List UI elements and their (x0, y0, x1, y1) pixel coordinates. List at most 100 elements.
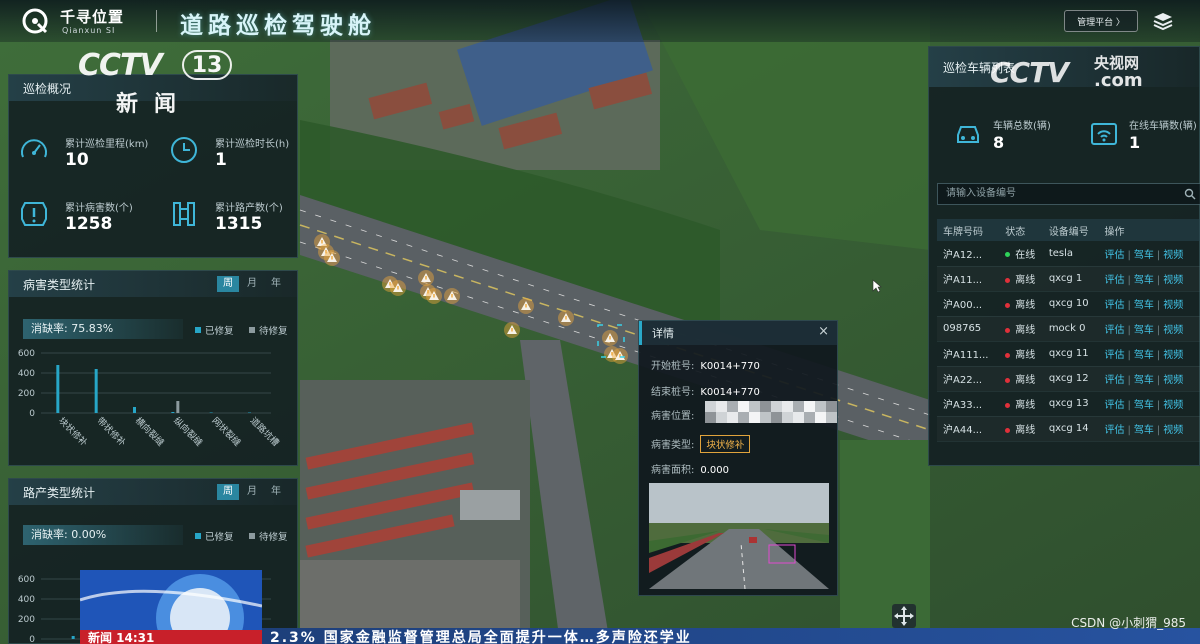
vehicle-row[interactable]: 沪A22... 离线 qxcg 12 评估 | 驾车 | 视频 (937, 366, 1200, 392)
layers-icon[interactable] (1152, 11, 1174, 31)
vehicle-row[interactable]: 沪A12... 在线 tesla 评估 | 驾车 | 视频 (937, 241, 1200, 267)
vehicle-device-id: mock 0 (1042, 316, 1099, 342)
disease-marker-icon[interactable] (324, 250, 340, 266)
bar-repaired[interactable] (56, 365, 60, 413)
detail-title-text: 详情 (652, 327, 674, 340)
action-video-link[interactable]: 视频 (1163, 400, 1183, 411)
vehicle-row[interactable]: 沪A44... 离线 qxcg 14 评估 | 驾车 | 视频 (937, 416, 1200, 442)
action-drive-link[interactable]: 驾车 (1134, 350, 1154, 361)
asset-period-selector: 周 月 年 (217, 484, 287, 500)
disease-stats-title: 病害类型统计 周 月 年 (9, 271, 297, 297)
vehicle-row[interactable]: 沪A00... 离线 qxcg 10 评估 | 驾车 | 视频 (937, 291, 1200, 317)
action-drive-link[interactable]: 驾车 (1134, 325, 1154, 336)
action-video-link[interactable]: 视频 (1163, 350, 1183, 361)
action-drive-link[interactable]: 驾车 (1134, 400, 1154, 411)
action-video-link[interactable]: 视频 (1163, 375, 1183, 386)
asset-period-month-tab[interactable]: 月 (241, 484, 263, 500)
vehicle-total-label: 车辆总数(辆) (993, 121, 1051, 132)
close-icon[interactable]: × (818, 324, 829, 339)
action-evaluate-link[interactable]: 评估 (1104, 275, 1124, 286)
action-drive-link[interactable]: 驾车 (1134, 250, 1154, 261)
y-tick-label: 400 (18, 369, 35, 379)
action-evaluate-link[interactable]: 评估 (1104, 375, 1124, 386)
disease-marker-icon[interactable] (504, 322, 520, 338)
mosaic-tile (727, 412, 738, 423)
logo-name: 千寻位置 (60, 8, 125, 26)
period-month-tab[interactable]: 月 (241, 276, 263, 292)
csdn-watermark: CSDN @小刺猬_985 (1071, 616, 1186, 630)
action-drive-link[interactable]: 驾车 (1134, 375, 1154, 386)
action-video-link[interactable]: 视频 (1163, 325, 1183, 336)
y-tick-label: 200 (18, 615, 35, 625)
vehicle-device-id: qxcg 12 (1042, 366, 1099, 392)
period-week-tab[interactable]: 周 (217, 276, 239, 292)
x-tick-label: 道路坑槽 (248, 415, 282, 449)
x-tick-label: 块状修补 (56, 415, 90, 449)
disease-marker-icon[interactable] (518, 298, 534, 314)
action-separator: | (1156, 249, 1161, 261)
bar-repaired[interactable] (133, 407, 136, 413)
bar-repaired[interactable] (248, 412, 251, 414)
bar-repaired[interactable] (209, 412, 213, 414)
road-photo[interactable] (649, 483, 829, 589)
bar-repaired[interactable] (171, 412, 175, 413)
action-separator: | (1127, 249, 1131, 261)
vehicle-actions: 评估 | 驾车 | 视频 (1098, 241, 1200, 267)
disease-marker-icon[interactable] (390, 280, 406, 296)
bar-repaired[interactable] (71, 636, 75, 639)
bar-repaired[interactable] (94, 369, 98, 413)
action-video-link[interactable]: 视频 (1163, 250, 1183, 261)
mosaic-tile (793, 401, 804, 412)
vehicle-row[interactable]: 沪A11... 离线 qxcg 1 评估 | 驾车 | 视频 (937, 266, 1200, 292)
vehicle-actions: 评估 | 驾车 | 视频 (1098, 266, 1200, 292)
action-drive-link[interactable]: 驾车 (1134, 275, 1154, 286)
vehicle-status-text: 离线 (1015, 300, 1036, 311)
management-platform-button[interactable]: 管理平台 〉 (1064, 10, 1138, 32)
vehicle-status: 离线 (999, 266, 1043, 292)
disease-marker-icon[interactable] (444, 288, 460, 304)
disease-marker-icon[interactable] (426, 288, 442, 304)
vehicle-row[interactable]: 沪A33... 离线 qxcg 13 评估 | 驾车 | 视频 (937, 391, 1200, 417)
action-drive-link[interactable]: 驾车 (1134, 425, 1154, 436)
col-actions: 操作 (1098, 219, 1200, 241)
legend-repaired-label: 已修复 (205, 326, 234, 337)
action-evaluate-link[interactable]: 评估 (1104, 400, 1124, 411)
mosaic-tile (705, 412, 716, 423)
action-evaluate-link[interactable]: 评估 (1104, 350, 1124, 361)
disease-stats-title-text: 病害类型统计 (23, 277, 96, 292)
clock-icon (171, 137, 197, 163)
disease-marker-icon[interactable] (558, 310, 574, 326)
vehicle-status: 离线 (999, 366, 1043, 392)
disease-marker-icon[interactable] (612, 348, 628, 364)
repair-rate: 消缺率: 75.83% (23, 319, 183, 339)
vehicle-row[interactable]: 098765 离线 mock 0 评估 | 驾车 | 视频 (937, 316, 1200, 342)
search-icon[interactable] (1184, 188, 1196, 200)
disease-marker-icon[interactable] (418, 270, 434, 286)
locate-icon[interactable] (892, 604, 916, 628)
mosaic-tile (727, 401, 738, 412)
bar-pending[interactable] (176, 401, 180, 413)
vehicle-status-text: 离线 (1015, 425, 1036, 436)
action-video-link[interactable]: 视频 (1163, 425, 1183, 436)
action-evaluate-link[interactable]: 评估 (1104, 300, 1124, 311)
device-search-input[interactable]: 请输入设备编号 (937, 183, 1200, 205)
action-evaluate-link[interactable]: 评估 (1104, 325, 1124, 336)
asset-period-year-tab[interactable]: 年 (265, 484, 287, 500)
action-drive-link[interactable]: 驾车 (1134, 300, 1154, 311)
vehicle-status-text: 在线 (1015, 249, 1036, 261)
action-video-link[interactable]: 视频 (1163, 300, 1183, 311)
action-separator: | (1156, 325, 1161, 336)
period-year-tab[interactable]: 年 (265, 276, 287, 292)
action-separator: | (1127, 325, 1131, 336)
detail-end-value: K0014+770 (700, 387, 760, 398)
cctv13-channel-number: 13 (182, 50, 232, 80)
action-evaluate-link[interactable]: 评估 (1104, 425, 1124, 436)
action-video-link[interactable]: 视频 (1163, 275, 1183, 286)
mosaic-tile (716, 401, 727, 412)
action-evaluate-link[interactable]: 评估 (1104, 250, 1124, 261)
vehicle-table: 车牌号码 状态 设备编号 操作 沪A12... 在线 tesla 评估 | 驾车 | 视频 沪A… (937, 219, 1200, 442)
disease-marker-icon[interactable] (602, 330, 618, 346)
asset-period-week-tab[interactable]: 周 (217, 484, 239, 500)
vehicle-status-text: 离线 (1015, 400, 1036, 411)
vehicle-row[interactable]: 沪A111... 离线 qxcg 11 评估 | 驾车 | 视频 (937, 341, 1200, 367)
